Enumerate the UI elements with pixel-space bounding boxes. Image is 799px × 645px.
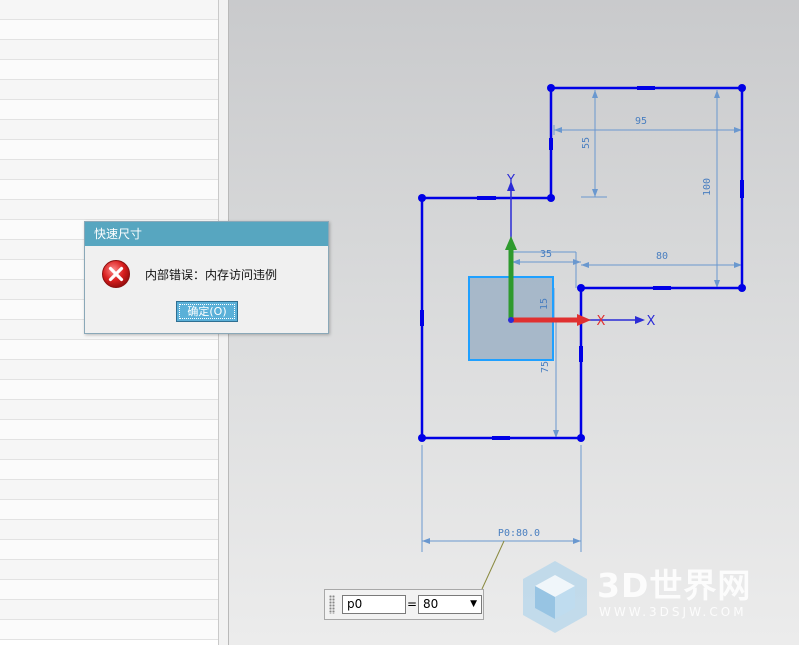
equals-sign: = [407,597,418,611]
watermark: 3D世界网 WWW.3DSJW.COM [515,555,795,635]
expression-value-select[interactable]: 80 ▼ [418,595,482,614]
navigator-row[interactable] [0,360,218,380]
navigator-row[interactable] [0,600,218,620]
navigator-row[interactable] [0,160,218,180]
navigator-row[interactable] [0,40,218,60]
navigator-row[interactable] [0,620,218,640]
navigator-row[interactable] [0,440,218,460]
dim-95[interactable]: 95 [635,116,647,127]
error-message: 内部错误：内存访问违例 [145,268,278,282]
dropdown-arrow-icon[interactable]: ▼ [470,596,477,613]
dim-55[interactable]: 55 [581,137,592,149]
navigator-row[interactable] [0,80,218,100]
navigator-row[interactable] [0,20,218,40]
navigator-row[interactable] [0,460,218,480]
dim-15[interactable]: 15 [539,298,550,310]
navigator-row[interactable] [0,100,218,120]
dimension-input-bar: p0 = 80 ▼ [324,589,484,620]
x-axis-label-outer: X [647,314,656,329]
dim-100[interactable]: 100 [702,178,713,196]
navigator-row[interactable] [0,140,218,160]
navigator-row[interactable] [0,400,218,420]
navigator-row[interactable] [0,60,218,80]
navigator-row[interactable] [0,380,218,400]
cube-logo-icon [523,561,587,633]
expression-value: 80 [423,597,439,611]
navigator-row[interactable] [0,0,218,20]
ok-button[interactable]: 确定(O) [176,301,238,322]
x-axis-label-inner: X [597,314,606,329]
navigator-row[interactable] [0,560,218,580]
dim-35[interactable]: 35 [540,249,552,260]
navigator-row[interactable] [0,180,218,200]
navigator-row[interactable] [0,540,218,560]
drag-handle-icon[interactable] [329,595,335,614]
dim-75[interactable]: 75 [540,361,551,373]
dim-80[interactable]: 80 [656,251,668,262]
dim-p0[interactable]: P0:80.0 [498,528,540,539]
navigator-row[interactable] [0,500,218,520]
navigator-row[interactable] [0,420,218,440]
watermark-url: WWW.3DSJW.COM [599,605,747,619]
expression-name-field[interactable]: p0 [342,595,406,614]
quick-dimension-dialog: 快速尺寸 内部错误：内存访问违例 确定(O) [84,221,329,334]
navigator-row[interactable] [0,480,218,500]
dialog-title[interactable]: 快速尺寸 [85,222,328,246]
navigator-row[interactable] [0,580,218,600]
navigator-row[interactable] [0,120,218,140]
navigator-row[interactable] [0,200,218,220]
error-icon [101,259,131,292]
navigator-row[interactable] [0,520,218,540]
watermark-brand: 3D世界网 [597,566,752,605]
navigator-row[interactable] [0,340,218,360]
y-axis-label: Y [506,173,515,188]
